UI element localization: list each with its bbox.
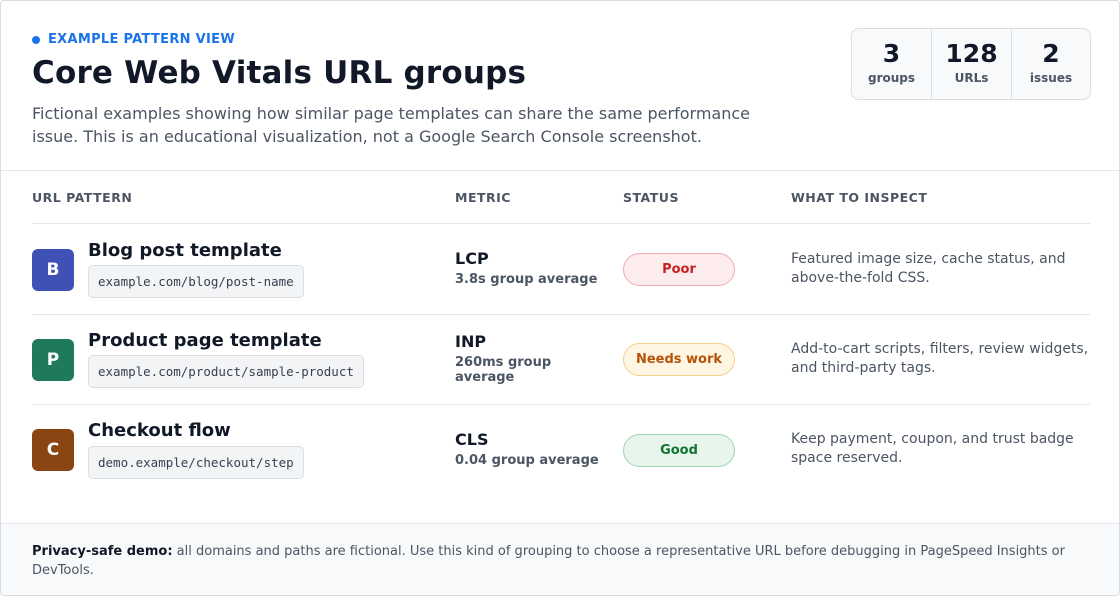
footer-lead: Privacy-safe demo: (32, 544, 173, 559)
inspect-note: Featured image size, cache status, and a… (791, 251, 1066, 286)
table-header: URL PATTERN METRIC STATUS WHAT TO INSPEC… (32, 190, 1090, 224)
footer-note: Privacy-safe demo: all domains and paths… (1, 523, 1119, 595)
group-name: Product page template (88, 330, 322, 351)
group-name: Checkout flow (88, 420, 231, 441)
stat-value: 3 (882, 39, 901, 68)
metric-name: LCP (455, 249, 489, 268)
column-header-status: STATUS (623, 190, 679, 205)
status-badge: Poor (623, 253, 735, 286)
url-pattern: demo.example/checkout/step (88, 446, 304, 479)
status-badge: Needs work (623, 343, 735, 376)
stat-label: URLs (954, 71, 989, 85)
metric-average: 0.04 group average (455, 453, 599, 468)
inspect-note: Keep payment, coupon, and trust badge sp… (791, 431, 1074, 466)
metric-name: CLS (455, 430, 489, 449)
stat-groups: 3 groups (852, 29, 932, 99)
stat-urls: 128 URLs (932, 29, 1012, 99)
column-header-url-pattern: URL PATTERN (32, 190, 133, 205)
metric-cell: INP 260ms group average (455, 332, 605, 385)
group-avatar: B (32, 249, 74, 291)
url-groups-card: EXAMPLE PATTERN VIEW Core Web Vitals URL… (0, 0, 1120, 596)
dot-icon (32, 35, 40, 44)
stat-label: issues (1029, 71, 1073, 85)
summary-stats: 3 groups 128 URLs 2 issues (851, 28, 1091, 100)
status-badge: Good (623, 434, 735, 467)
footer-text: Privacy-safe demo: all domains and paths… (32, 542, 1092, 580)
group-avatar: C (32, 429, 74, 471)
table-row: C Checkout flow demo.example/checkout/st… (32, 405, 1090, 495)
stat-value: 128 (945, 39, 998, 68)
metric-average: 260ms group average (455, 355, 552, 385)
column-header-metric: METRIC (455, 190, 511, 205)
stat-issues: 2 issues (1012, 29, 1090, 99)
group-name: Blog post template (88, 240, 282, 261)
page-subtitle: Fictional examples showing how similar p… (32, 104, 750, 146)
eyebrow-label: EXAMPLE PATTERN VIEW (48, 32, 235, 47)
metric-cell: CLS 0.04 group average (455, 430, 615, 468)
metric-name: INP (455, 332, 487, 351)
footer-body: all domains and paths are fictional. Use… (32, 544, 1065, 578)
group-avatar: P (32, 339, 74, 381)
eyebrow: EXAMPLE PATTERN VIEW (32, 32, 235, 47)
inspect-note: Add-to-cart scripts, filters, review wid… (791, 341, 1089, 376)
url-pattern: example.com/blog/post-name (88, 265, 304, 298)
table-row: P Product page template example.com/prod… (32, 315, 1090, 405)
page-title: Core Web Vitals URL groups (32, 55, 527, 91)
url-pattern: example.com/product/sample-product (88, 355, 364, 388)
card-header: EXAMPLE PATTERN VIEW Core Web Vitals URL… (1, 1, 1119, 171)
stat-value: 2 (1042, 39, 1060, 68)
metric-cell: LCP 3.8s group average (455, 249, 615, 287)
metric-average: 3.8s group average (455, 272, 598, 287)
column-header-what-to-inspect: WHAT TO INSPECT (791, 190, 928, 205)
stat-label: groups (867, 71, 916, 85)
table-row: B Blog post template example.com/blog/po… (32, 225, 1090, 315)
